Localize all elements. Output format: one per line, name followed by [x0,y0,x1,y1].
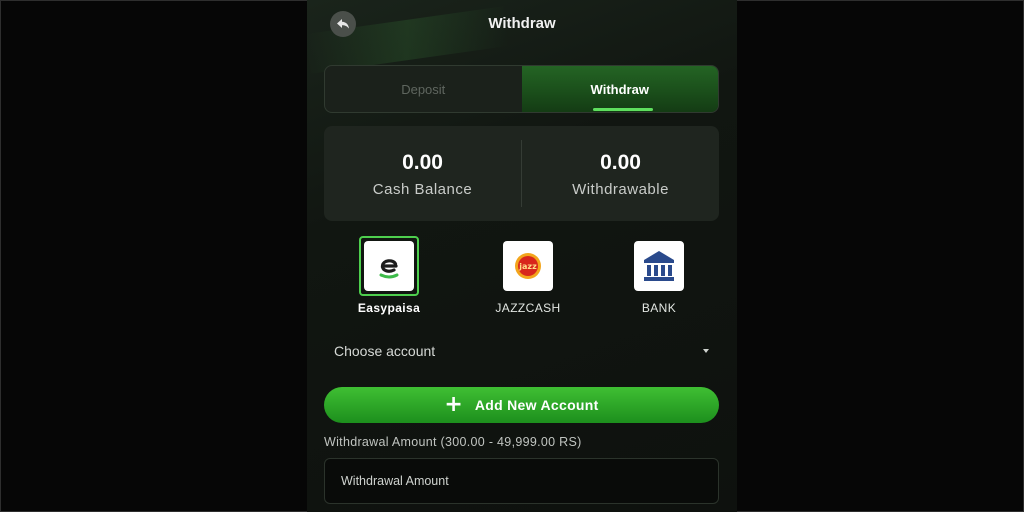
cash-balance: 0.00 Cash Balance [324,126,521,221]
method-bank-label: BANK [641,301,677,315]
chevron-down-icon [703,349,709,353]
method-easypaisa-frame [359,236,419,296]
balance-card: 0.00 Cash Balance 0.00 Withdrawable [324,126,719,221]
tab-withdraw-label: Withdraw [590,81,649,97]
method-jazzcash-frame: jazz [498,236,558,296]
tab-withdraw[interactable]: Withdraw [521,66,718,112]
withdrawal-amount-label: Withdrawal Amount (300.00 - 49,999.00 RS… [324,435,582,449]
add-new-account-button[interactable]: + Add New Account [324,387,719,423]
cash-balance-label: Cash Balance [372,181,473,198]
withdrawable-value: 0.00 [600,151,641,174]
bank-icon [634,241,684,291]
method-easypaisa[interactable]: Easypaisa [334,236,444,315]
page-title: Withdraw [488,15,556,32]
svg-text:jazz: jazz [518,262,537,271]
method-bank-frame [629,236,689,296]
add-new-account-label: Add New Account [474,397,599,413]
withdrawal-amount-input[interactable] [324,458,719,504]
easypaisa-icon [364,241,414,291]
plus-icon: + [444,392,463,417]
method-jazzcash-label: JAZZCASH [495,301,561,315]
tab-bar: Deposit Withdraw [324,65,719,113]
withdraw-screen: Withdraw Deposit Withdraw 0.00 Cash Bala… [307,0,737,512]
method-jazzcash[interactable]: jazz JAZZCASH [473,236,583,315]
active-tab-indicator [592,108,653,111]
tab-deposit[interactable]: Deposit [325,66,522,112]
tab-deposit-label: Deposit [401,81,446,97]
cash-balance-value: 0.00 [402,151,443,174]
withdrawable-label: Withdrawable [572,181,669,198]
method-easypaisa-label: Easypaisa [357,301,421,315]
payment-methods: Easypaisa jazz JAZZCASH BANK [324,236,719,316]
jazzcash-icon: jazz [503,241,553,291]
method-bank[interactable]: BANK [604,236,714,315]
header: Withdraw [307,0,737,48]
choose-account-text: Choose account [334,343,436,359]
withdrawable-balance: 0.00 Withdrawable [522,126,719,221]
choose-account-select[interactable]: Choose account [324,337,719,365]
